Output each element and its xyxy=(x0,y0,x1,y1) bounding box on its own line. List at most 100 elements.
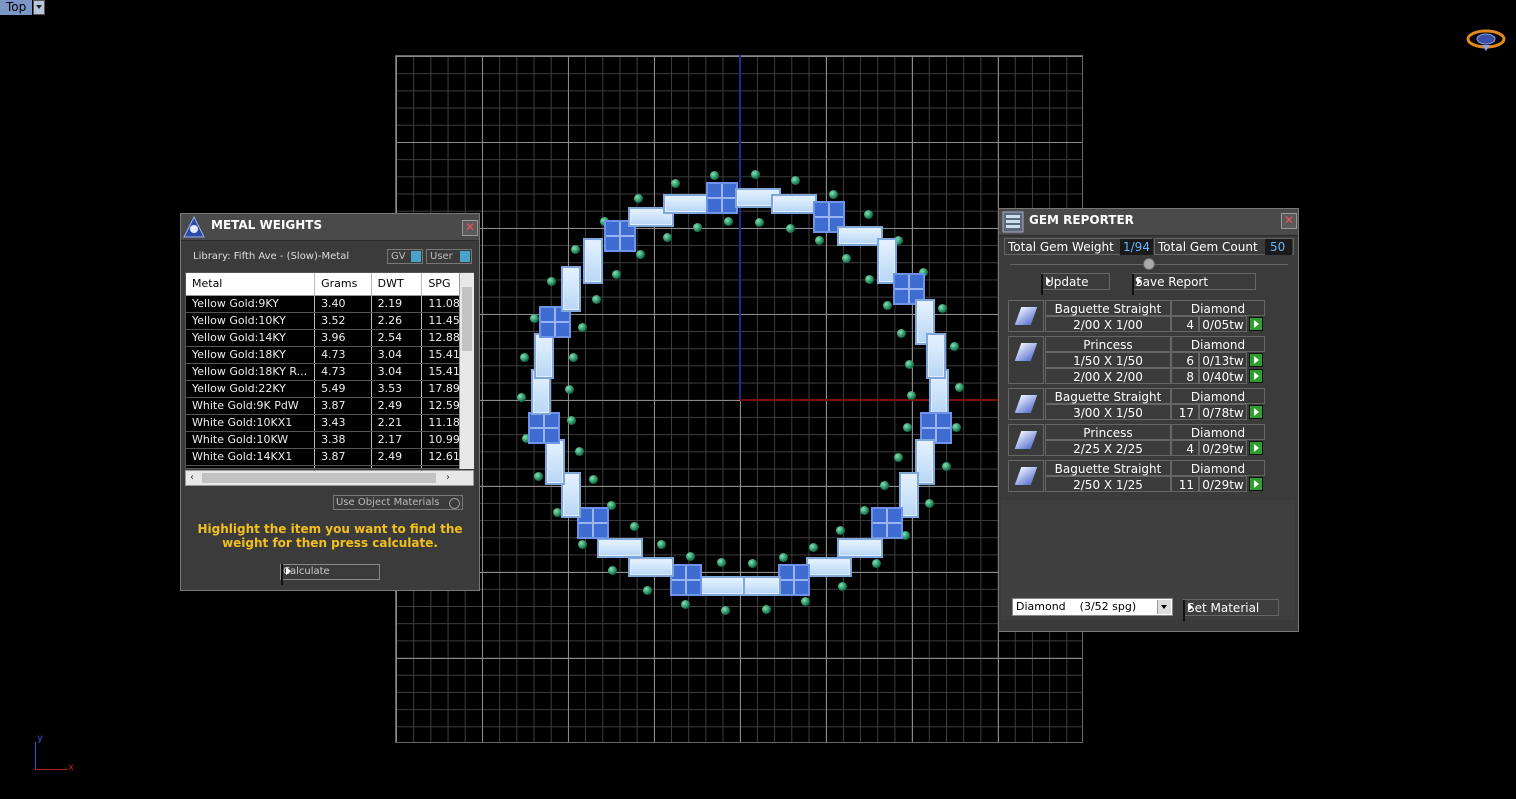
gem-material-label: Diamond xyxy=(1171,460,1265,476)
gem-group[interactable]: Princess Diamond 1/50 X 1/50 6 0/13tw 2/00 X … xyxy=(1008,336,1266,384)
user-toggle[interactable]: User xyxy=(426,249,472,264)
prong xyxy=(903,422,913,432)
chevron-down-icon[interactable] xyxy=(1157,600,1171,614)
gem-reporter-titlebar[interactable]: GEM REPORTER ✕ xyxy=(999,209,1298,236)
scroll-left-icon[interactable]: ‹ xyxy=(190,472,194,483)
gem-weight-cell: 0/13tw xyxy=(1199,352,1247,368)
prong xyxy=(577,539,587,549)
table-row[interactable]: White Gold:10KX1 3.43 2.21 11.18 xyxy=(186,415,473,432)
viewport-label[interactable]: Top xyxy=(0,0,46,15)
save-report-button[interactable]: Save Report xyxy=(1132,273,1256,295)
baguette-gem[interactable] xyxy=(544,439,565,486)
scrollbar-thumb[interactable] xyxy=(462,287,472,351)
princess-gem[interactable] xyxy=(577,507,609,540)
baguette-gem[interactable] xyxy=(534,333,555,380)
calculate-button[interactable]: Calculate xyxy=(280,564,380,585)
baguette-gem[interactable] xyxy=(662,194,709,215)
play-icon xyxy=(1132,274,1134,295)
set-material-button[interactable]: Set Material xyxy=(1183,599,1279,621)
metal-name-cell: Yellow Gold:14KY xyxy=(186,330,316,346)
table-row[interactable]: White Gold:10KW 3.38 2.17 10.99 xyxy=(186,432,473,449)
select-gems-button[interactable] xyxy=(1249,353,1263,367)
table-row[interactable]: Yellow Gold:22KY 5.49 3.53 17.89 xyxy=(186,381,473,398)
prong xyxy=(950,342,960,352)
table-row[interactable]: Yellow Gold:9KY 3.40 2.19 11.08 xyxy=(186,296,473,313)
princess-gem[interactable] xyxy=(528,411,561,444)
column-header-metal[interactable]: Metal xyxy=(186,273,316,295)
viewport-name[interactable]: Top xyxy=(0,0,33,15)
prong xyxy=(838,581,848,591)
close-icon[interactable]: ✕ xyxy=(462,220,478,236)
baguette-gem[interactable] xyxy=(628,556,675,577)
prong xyxy=(879,480,889,490)
baguette-gem[interactable] xyxy=(583,237,603,284)
column-header-grams[interactable]: Grams xyxy=(315,273,372,295)
table-row[interactable]: Yellow Gold:18KY 4.73 3.04 15.41 xyxy=(186,347,473,364)
prong xyxy=(633,194,643,204)
prong xyxy=(519,353,529,363)
metal-weights-titlebar[interactable]: METAL WEIGHTS ✕ xyxy=(181,214,479,241)
gem-cut-label: Baguette Straight xyxy=(1045,300,1171,316)
ring-model[interactable] xyxy=(500,160,980,640)
metal-table-vscrollbar[interactable] xyxy=(459,273,474,469)
prong xyxy=(748,558,758,568)
prong xyxy=(860,505,870,515)
prong xyxy=(568,353,578,363)
gem-group[interactable]: Princess Diamond 2/25 X 2/25 4 0/29tw xyxy=(1008,424,1266,456)
gem-size-cell: 1/50 X 1/50 xyxy=(1045,352,1171,368)
gem-group[interactable]: Baguette Straight Diamond 3/00 X 1/50 17 0/7… xyxy=(1008,388,1266,420)
gv-toggle[interactable]: GV xyxy=(387,249,423,264)
column-header-dwt[interactable]: DWT xyxy=(372,273,423,295)
metal-table-hscrollbar[interactable]: ‹ › xyxy=(185,470,474,486)
viewport-dropdown-icon[interactable] xyxy=(33,0,46,15)
update-button[interactable]: Update xyxy=(1041,273,1110,295)
baguette-gem[interactable] xyxy=(771,194,818,215)
total-gem-count-field: Total Gem Count 50 xyxy=(1154,238,1294,255)
select-gems-button[interactable] xyxy=(1249,317,1263,331)
princess-gem[interactable] xyxy=(870,507,903,540)
close-icon[interactable]: ✕ xyxy=(1281,213,1297,229)
baguette-gem[interactable] xyxy=(560,266,581,313)
metal-table[interactable]: Metal Grams DWT SPG Yellow Gold:9KY 3.40 2… xyxy=(185,272,474,469)
table-row[interactable]: White Gold:14KX1 3.87 2.49 12.61 xyxy=(186,449,473,466)
scroll-right-icon[interactable]: › xyxy=(446,472,450,483)
princess-gem[interactable] xyxy=(669,563,702,596)
baguette-gem[interactable] xyxy=(925,333,946,380)
select-gems-button[interactable] xyxy=(1249,441,1263,455)
baguette-gem[interactable] xyxy=(597,537,644,558)
gem-group[interactable]: Baguette Straight Diamond 2/00 X 1/00 4 0/05… xyxy=(1008,300,1266,332)
gem-weight-cell: 0/05tw xyxy=(1199,316,1247,332)
gem-size-cell: 2/50 X 1/25 xyxy=(1045,476,1171,492)
baguette-gem[interactable] xyxy=(698,576,745,597)
table-row[interactable]: Yellow Gold:14KY 3.96 2.54 12.88 xyxy=(186,330,473,347)
prong xyxy=(883,300,893,310)
select-gems-button[interactable] xyxy=(1249,405,1263,419)
gem-material-label: Diamond xyxy=(1171,336,1265,352)
baguette-gem[interactable] xyxy=(836,537,883,558)
metal-table-header: Metal Grams DWT SPG xyxy=(186,273,473,296)
table-row[interactable]: Yellow Gold:10KY 3.52 2.26 11.45 xyxy=(186,313,473,330)
baguette-gem[interactable] xyxy=(805,556,852,577)
table-row[interactable]: White Gold:9K PdW 3.87 2.49 12.59 xyxy=(186,398,473,415)
prong xyxy=(547,277,556,287)
material-select[interactable]: Diamond (3/52 spg) xyxy=(1012,598,1173,616)
total-gem-count-value: 50 xyxy=(1265,239,1292,255)
use-object-materials-toggle[interactable]: Use Object Materials xyxy=(333,495,463,510)
table-row[interactable]: Yellow Gold:18KY R... 4.73 3.04 15.41 xyxy=(186,364,473,381)
baguette-gem[interactable] xyxy=(836,226,883,247)
dwt-cell: 2.19 xyxy=(372,296,423,312)
table-row[interactable]: White Gold:14K PdW4.412.8414.37 xyxy=(186,466,473,468)
grams-cell: 3.40 xyxy=(315,296,372,312)
gem-count-cell: 6 xyxy=(1171,352,1199,368)
scrollbar-thumb[interactable] xyxy=(202,473,436,483)
princess-gem[interactable] xyxy=(705,181,738,214)
splitter-handle-icon[interactable] xyxy=(1143,258,1155,270)
gem-group[interactable]: Baguette Straight Diamond 2/50 X 1/25 11 0/2… xyxy=(1008,460,1266,492)
select-gems-button[interactable] xyxy=(1249,369,1263,383)
axis-label-y: y xyxy=(37,733,43,744)
prong xyxy=(567,416,577,426)
total-gem-count-label: Total Gem Count xyxy=(1158,240,1258,254)
prong xyxy=(786,224,796,234)
select-gems-button[interactable] xyxy=(1249,477,1263,491)
princess-gem[interactable] xyxy=(778,563,811,596)
